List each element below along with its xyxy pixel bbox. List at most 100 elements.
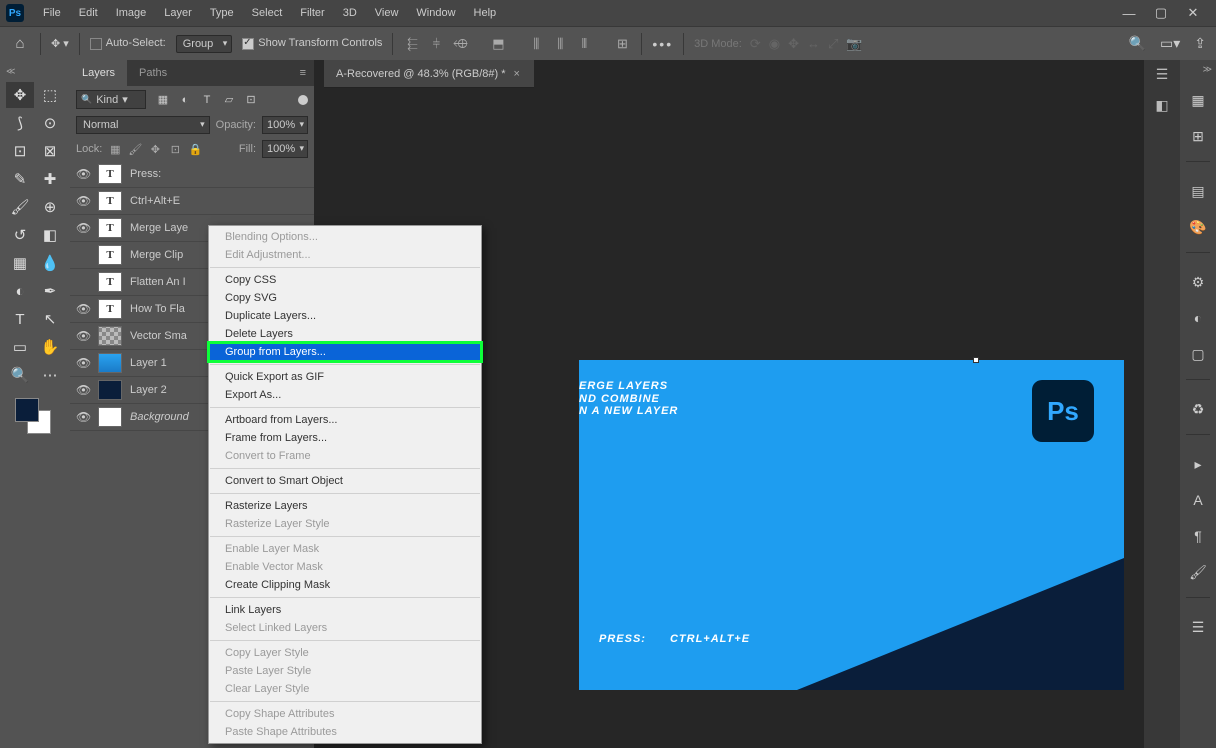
filter-adjustment-icon[interactable]: ◐ (178, 93, 192, 107)
filter-smart-icon[interactable]: ⊡ (244, 93, 258, 107)
context-menu-item[interactable]: Link Layers (209, 601, 481, 619)
show-transform-checkbox[interactable]: Show Transform Controls (242, 37, 382, 49)
auto-select-checkbox[interactable]: Auto-Select: (90, 37, 166, 49)
pen-tool[interactable]: ✒ (36, 278, 64, 304)
brush-tool[interactable]: 🖌 (6, 194, 34, 220)
brushes-panel-icon[interactable]: 🖌 (1187, 561, 1209, 583)
context-menu-item[interactable]: Create Clipping Mask (209, 576, 481, 594)
zoom-tool[interactable]: 🔍 (6, 362, 34, 388)
3d-slide-icon[interactable]: ↔ (807, 36, 820, 51)
layer-name[interactable]: Ctrl+Alt+E (130, 195, 308, 207)
context-menu-item[interactable]: Group from Layers... (209, 343, 481, 361)
stamp-tool[interactable]: ⊕ (36, 194, 64, 220)
crop-tool[interactable]: ⊡ (6, 138, 34, 164)
foreground-color-swatch[interactable] (15, 398, 39, 422)
quick-select-tool[interactable]: ⊙ (36, 110, 64, 136)
workspace-switcher-icon[interactable]: ▭▾ (1160, 35, 1180, 52)
panel-menu-icon[interactable]: ≡ (292, 67, 314, 79)
layer-thumbnail[interactable]: T (98, 164, 122, 184)
lock-position-icon[interactable]: ✥ (148, 143, 162, 156)
menu-edit[interactable]: Edit (70, 7, 107, 19)
3d-pan-icon[interactable]: ✥ (788, 36, 799, 52)
filter-kind-dropdown[interactable]: Kind ▾ (76, 90, 146, 109)
hand-tool[interactable]: ✋ (36, 334, 64, 360)
context-menu-item[interactable]: Quick Export as GIF (209, 368, 481, 386)
layer-thumbnail[interactable]: T (98, 218, 122, 238)
menu-image[interactable]: Image (107, 7, 156, 19)
distribute-h-icon[interactable]: ⫼ (527, 35, 545, 53)
3d-camera-icon[interactable]: 📷 (846, 36, 862, 52)
filter-toggle[interactable] (298, 95, 308, 105)
menu-type[interactable]: Type (201, 7, 243, 19)
filter-shape-icon[interactable]: ▱ (222, 93, 236, 107)
toolbox-collapse-icon[interactable]: ≪ (0, 64, 70, 78)
document-tab[interactable]: A-Recovered @ 48.3% (RGB/8#) * × (324, 60, 534, 88)
context-menu-item[interactable]: Frame from Layers... (209, 429, 481, 447)
visibility-toggle[interactable]: 👁 (76, 383, 90, 397)
layer-thumbnail[interactable]: T (98, 272, 122, 292)
healing-tool[interactable]: ✚ (36, 166, 64, 192)
color-swatches[interactable] (15, 398, 55, 438)
transform-handle[interactable] (973, 357, 979, 363)
filter-type-icon[interactable]: T (200, 93, 214, 107)
libraries-panel-icon[interactable]: ▢ (1187, 343, 1209, 365)
paragraph-panel-icon[interactable]: ¶ (1187, 525, 1209, 547)
opacity-input[interactable]: 100% (262, 116, 308, 134)
menu-filter[interactable]: Filter (291, 7, 333, 19)
3d-roll-icon[interactable]: ◉ (769, 36, 780, 52)
color-panel-icon[interactable]: ▦ (1187, 89, 1209, 111)
align-left-icon[interactable]: ⬱ (403, 35, 421, 53)
marquee-tool[interactable]: ⬚ (36, 82, 64, 108)
tab-layers[interactable]: Layers (70, 60, 127, 86)
refresh-panel-icon[interactable]: ♻ (1187, 398, 1209, 420)
visibility-toggle[interactable]: 👁 (76, 356, 90, 370)
context-menu-item[interactable]: Rasterize Layers (209, 497, 481, 515)
maximize-button[interactable]: ▢ (1152, 6, 1170, 20)
patterns-panel-icon[interactable]: 🎨 (1187, 216, 1209, 238)
layer-thumbnail[interactable]: T (98, 299, 122, 319)
path-select-tool[interactable]: ↖ (36, 306, 64, 332)
menu-select[interactable]: Select (243, 7, 292, 19)
gradients-panel-icon[interactable]: ▤ (1187, 180, 1209, 202)
history-brush-tool[interactable]: ↺ (6, 222, 34, 248)
menu-window[interactable]: Window (407, 7, 464, 19)
dock-color-icon[interactable]: ◧ (1155, 97, 1168, 114)
dock-collapse-icon[interactable]: ≫ (1203, 64, 1212, 75)
menu-view[interactable]: View (366, 7, 408, 19)
properties-panel-icon[interactable]: ☰ (1187, 616, 1209, 638)
fill-input[interactable]: 100% (262, 140, 308, 158)
layer-thumbnail[interactable] (98, 326, 122, 346)
eyedropper-tool[interactable]: ✎ (6, 166, 34, 192)
layer-row[interactable]: 👁TPress: (70, 161, 314, 188)
styles-panel-icon[interactable]: ◐ (1187, 307, 1209, 329)
visibility-toggle[interactable]: 👁 (76, 302, 90, 316)
actions-panel-icon[interactable]: ▸ (1187, 453, 1209, 475)
context-menu-item[interactable]: Copy SVG (209, 289, 481, 307)
adjustments-panel-icon[interactable]: ⚙ (1187, 271, 1209, 293)
gradient-tool[interactable]: ▦ (6, 250, 34, 276)
tab-paths[interactable]: Paths (127, 60, 179, 86)
auto-select-dropdown[interactable]: Group (176, 35, 233, 53)
search-icon[interactable]: 🔍 (1129, 35, 1146, 52)
share-icon[interactable]: ⇪ (1194, 35, 1206, 52)
swatches-panel-icon[interactable]: ⊞ (1187, 125, 1209, 147)
lock-artboard-icon[interactable]: ⊡ (168, 143, 182, 156)
visibility-toggle[interactable]: 👁 (76, 221, 90, 235)
context-menu-item[interactable]: Export As... (209, 386, 481, 404)
dodge-tool[interactable]: ◐ (6, 278, 34, 304)
blur-tool[interactable]: 💧 (36, 250, 64, 276)
lock-all-icon[interactable]: 🔒 (188, 143, 202, 156)
lock-pixels-icon[interactable]: 🖌 (128, 143, 142, 156)
move-tool-icon[interactable]: ✥ ▾ (51, 37, 69, 50)
visibility-toggle[interactable]: 👁 (76, 167, 90, 181)
context-menu-item[interactable]: Duplicate Layers... (209, 307, 481, 325)
distribute-v-icon[interactable]: ⫼ (551, 35, 569, 53)
document-close-icon[interactable]: × (514, 68, 520, 80)
blend-mode-dropdown[interactable]: Normal (76, 116, 210, 134)
layer-thumbnail[interactable]: T (98, 191, 122, 211)
layer-thumbnail[interactable] (98, 353, 122, 373)
context-menu-item[interactable]: Copy CSS (209, 271, 481, 289)
layer-thumbnail[interactable] (98, 380, 122, 400)
menu-3d[interactable]: 3D (334, 7, 366, 19)
minimize-button[interactable]: — (1120, 6, 1138, 20)
